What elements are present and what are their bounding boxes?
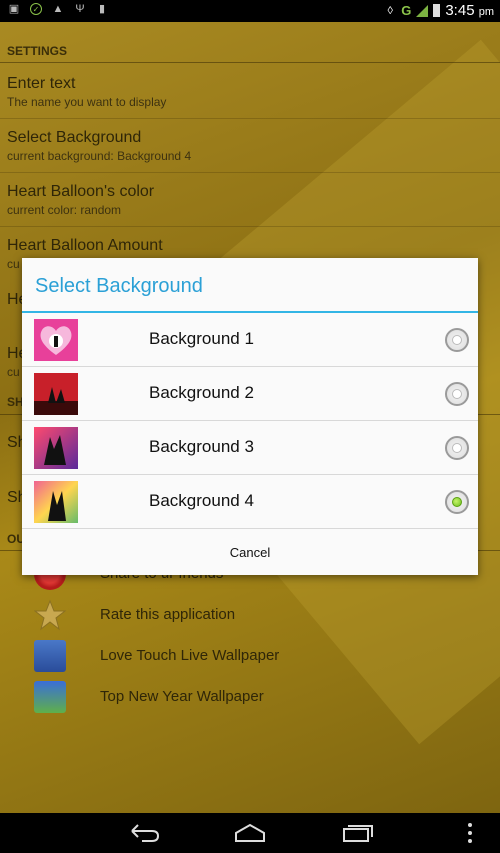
app-item-rate[interactable]: Rate this application (0, 595, 500, 635)
love-touch-icon (34, 640, 66, 672)
app-item-new-year[interactable]: Top New Year Wallpaper (0, 677, 500, 717)
option-background-4[interactable]: Background 4 (22, 475, 478, 529)
screenshot-icon: ▣ (8, 3, 20, 15)
pref-title: Heart Balloon's color (7, 183, 155, 200)
radio-button[interactable] (445, 436, 469, 460)
status-bar: ▣ ✓ ▲ Ψ ▮ ◊ G 3:45 pm (0, 0, 500, 22)
pref-summary: current background: Background 4 (7, 149, 192, 163)
home-icon[interactable] (230, 821, 270, 845)
menu-icon[interactable] (460, 821, 480, 845)
battery-icon (433, 4, 441, 17)
cancel-button[interactable]: Cancel (22, 530, 478, 575)
pref-title: Enter text (7, 75, 76, 92)
section-header-settings: SETTINGS (7, 44, 68, 58)
option-label: Background 1 (149, 329, 254, 348)
star-icon (33, 599, 67, 631)
pref-summary: The name you want to display (7, 95, 167, 109)
option-background-3[interactable]: Background 3 (22, 421, 478, 475)
pref-enter-text[interactable]: Enter text The name you want to display (7, 75, 487, 109)
background-1-thumbnail (34, 319, 78, 361)
radio-dot (452, 497, 462, 507)
option-background-1[interactable]: Background 1 (22, 313, 478, 367)
divider (0, 172, 500, 173)
radio-dot (452, 443, 462, 453)
vibrate-icon: ◊ (387, 4, 393, 17)
app-label: Top New Year Wallpaper (100, 688, 264, 705)
back-icon[interactable] (124, 821, 164, 845)
background-4-thumbnail (34, 481, 78, 523)
app-label: Love Touch Live Wallpaper (100, 647, 280, 664)
pref-title: Select Background (7, 129, 142, 146)
background-3-thumbnail (34, 427, 78, 469)
app-label: Rate this application (100, 606, 236, 623)
radio-button[interactable] (445, 382, 469, 406)
pref-summary: current color: random (7, 203, 122, 217)
radio-dot (452, 335, 462, 345)
option-background-2[interactable]: Background 2 (22, 367, 478, 421)
signal-icon (416, 4, 429, 17)
clock: 3:45 pm (445, 2, 494, 19)
dialog-title: Select Background (35, 275, 203, 297)
divider (0, 62, 500, 63)
radio-dot (452, 389, 462, 399)
network-type: G (401, 3, 412, 18)
warning-icon: ▲ (52, 3, 64, 15)
radio-button-selected[interactable] (445, 490, 469, 514)
usb-icon: Ψ (75, 3, 85, 15)
notification-icons: ▣ ✓ ▲ Ψ ▮ (8, 3, 108, 15)
new-year-icon (34, 681, 66, 713)
divider (0, 118, 500, 119)
navigation-bar (0, 813, 500, 853)
pref-balloon-color[interactable]: Heart Balloon's color current color: ran… (7, 183, 487, 217)
battery-saver-icon: ✓ (30, 3, 42, 15)
option-label: Background 2 (149, 383, 254, 402)
sd-card-icon: ▮ (98, 3, 106, 15)
pref-select-background[interactable]: Select Background current background: Ba… (7, 129, 487, 163)
recent-apps-icon[interactable] (338, 821, 378, 845)
option-label: Background 4 (149, 491, 254, 510)
system-icons: ◊ G 3:45 pm (384, 2, 495, 19)
option-label: Background 3 (149, 437, 254, 456)
select-background-dialog: Select Background Background 1 Backgroun… (22, 258, 478, 575)
app-item-love-touch[interactable]: Love Touch Live Wallpaper (0, 636, 500, 676)
background-2-thumbnail (34, 373, 78, 415)
radio-button[interactable] (445, 328, 469, 352)
pref-title: Heart Balloon Amount (7, 237, 163, 254)
divider (0, 226, 500, 227)
